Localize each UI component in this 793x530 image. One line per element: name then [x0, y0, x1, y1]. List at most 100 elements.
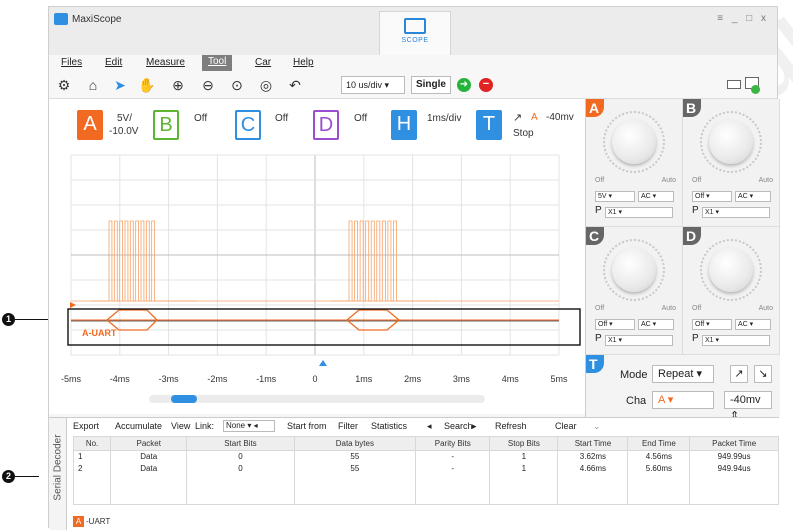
channel-a-scale: 5V/	[117, 113, 133, 124]
decoder-side-tab[interactable]: Serial Decoder	[49, 418, 67, 530]
channel-b-coupling-select[interactable]: AC ▾	[735, 191, 771, 202]
cell: 0	[186, 462, 295, 475]
col-start-time[interactable]: Start Time	[557, 436, 629, 451]
channel-a-coupling-select[interactable]: AC ▾	[638, 191, 674, 202]
channel-b-probe-select[interactable]: X1 ▾	[702, 207, 770, 218]
channel-c-badge[interactable]: C	[235, 110, 261, 140]
decoder-channel-label: -UART	[86, 517, 111, 526]
scope-area[interactable]: A-UART -5ms -4ms -3ms -2ms -1ms 0 1ms 2ms 3ms 4ms…	[49, 149, 585, 414]
col-packet-time[interactable]: Packet Time	[689, 436, 779, 451]
menu-car[interactable]: Car	[255, 57, 271, 68]
col-end-time[interactable]: End Time	[627, 436, 691, 451]
menu-files[interactable]: Files	[61, 57, 82, 68]
trigger-time-marker	[319, 360, 327, 366]
app-window: MaxiScope ≡ _ □ x SCOPE Files Edit Measu…	[48, 6, 780, 530]
accumulate-button[interactable]: Accumulate	[115, 421, 162, 431]
col-packet[interactable]: Packet	[110, 436, 188, 451]
menu-measure[interactable]: Measure	[146, 57, 185, 68]
channel-a-probe-select[interactable]: X1 ▾	[605, 207, 673, 218]
trigger-tag: T	[586, 355, 604, 373]
cell: 55	[293, 462, 417, 475]
channel-c-status: Off	[275, 113, 289, 124]
search-prev-icon[interactable]: ◂	[427, 421, 432, 432]
timebase-select[interactable]: 10 us/div ▾	[341, 76, 405, 94]
refresh-button[interactable]: Refresh	[495, 421, 527, 431]
settings-icon[interactable]: ⚙	[55, 76, 73, 94]
col-stop-bits[interactable]: Stop Bits	[489, 436, 559, 451]
link-label: Link:	[195, 421, 215, 431]
home-icon[interactable]: ⌂	[84, 76, 102, 94]
menu-help[interactable]: Help	[293, 57, 314, 68]
trigger-state: Stop	[513, 128, 534, 139]
channel-c-volt-select[interactable]: Off ▾	[595, 319, 635, 330]
undo-icon[interactable]: ↶	[286, 76, 304, 94]
pointer-icon[interactable]: ➤	[111, 76, 129, 94]
trigger-mode-select[interactable]: Repeat ▾	[652, 365, 714, 383]
channel-d-coupling-select[interactable]: AC ▾	[735, 319, 771, 330]
zoom-fit-icon[interactable]: ◎	[257, 76, 275, 94]
start-from-button[interactable]: Start from	[287, 421, 327, 431]
coupling-value: AC	[641, 193, 651, 200]
channel-b-knob[interactable]	[709, 120, 753, 164]
channel-d-knob[interactable]	[709, 248, 753, 292]
trigger-level-field[interactable]: -40mv ⇕	[724, 391, 772, 422]
col-start-bits[interactable]: Start Bits	[186, 436, 295, 451]
window-controls[interactable]: ≡ _ □ x	[717, 13, 769, 24]
channel-b-volt-select[interactable]: Off ▾	[692, 191, 732, 202]
cell: -	[415, 450, 491, 463]
channel-c-probe-select[interactable]: X1 ▾	[605, 335, 673, 346]
channel-c-knob[interactable]	[612, 248, 656, 292]
horizontal-badge[interactable]: H	[391, 110, 417, 140]
channel-d-probe-select[interactable]: X1 ▾	[702, 335, 770, 346]
table-row[interactable]: 2 Data 0 55 - 1 4.66ms 5.60ms 949.94us	[72, 462, 779, 475]
decoder-side-label: Serial Decoder	[52, 434, 64, 501]
tab-scope[interactable]: SCOPE	[379, 11, 451, 55]
menu-tool[interactable]: Tool	[202, 55, 233, 71]
collapse-icon[interactable]: ⌄	[593, 421, 601, 432]
channel-c-tag: C	[586, 227, 604, 245]
channel-a-knob[interactable]	[612, 120, 656, 164]
run-icon[interactable]: ➜	[457, 78, 471, 92]
stop-icon[interactable]: −	[479, 78, 493, 92]
waveform-plot[interactable]: A-UART -5ms -4ms -3ms -2ms -1ms 0 1ms 2ms 3ms 4ms…	[49, 149, 585, 414]
cell: 949.99us	[689, 450, 779, 463]
filter-button[interactable]: Filter	[338, 421, 358, 431]
zoom-area-icon[interactable]: ⊙	[228, 76, 246, 94]
col-parity-bits[interactable]: Parity Bits	[415, 436, 491, 451]
channel-c-coupling-select[interactable]: AC ▾	[638, 319, 674, 330]
channel-a-badge[interactable]: A	[77, 110, 103, 140]
channel-b-badge[interactable]: B	[153, 110, 179, 140]
channel-a-volt-select[interactable]: 5V ▾	[595, 191, 635, 202]
rising-edge-button[interactable]: ↗	[730, 365, 748, 383]
app-logo-icon	[54, 13, 68, 25]
decoder-channel-badge: A	[73, 516, 84, 527]
clear-button[interactable]: Clear	[555, 421, 577, 431]
channel-d-volt-select[interactable]: Off ▾	[692, 319, 732, 330]
knob-auto-label: Auto	[661, 305, 676, 312]
col-data-bytes[interactable]: Data bytes	[293, 436, 417, 451]
search-button[interactable]: Search	[444, 421, 473, 431]
probe-label: P	[692, 205, 699, 216]
trigger-channel-select[interactable]: A ▾	[652, 391, 714, 409]
single-button[interactable]: Single	[411, 76, 451, 94]
search-next-icon[interactable]: ▸	[472, 421, 477, 432]
export-button[interactable]: Export	[73, 421, 99, 431]
probe-label: P	[692, 333, 699, 344]
hand-icon[interactable]: ✋	[138, 76, 156, 94]
channel-b-tag: B	[683, 99, 701, 117]
cell: 3.62ms	[557, 450, 629, 463]
zoom-in-icon[interactable]: ⊕	[169, 76, 187, 94]
volt-value: 5V	[598, 193, 607, 200]
link-select[interactable]: None ▾ ◂	[223, 420, 275, 432]
table-row[interactable]: 1 Data 0 55 - 1 3.62ms 4.56ms 949.99us	[72, 450, 779, 463]
trigger-badge[interactable]: T	[476, 110, 502, 140]
knob-off-label: Off	[692, 177, 702, 184]
statistics-button[interactable]: Statistics	[371, 421, 407, 431]
menu-edit[interactable]: Edit	[105, 57, 122, 68]
channel-d-badge[interactable]: D	[313, 110, 339, 140]
zoom-out-icon[interactable]: ⊖	[199, 76, 217, 94]
falling-edge-button[interactable]: ↘	[754, 365, 772, 383]
trigger-level: -40mv	[546, 112, 574, 123]
col-no[interactable]: No.	[72, 436, 112, 451]
view-button[interactable]: View	[171, 421, 190, 431]
